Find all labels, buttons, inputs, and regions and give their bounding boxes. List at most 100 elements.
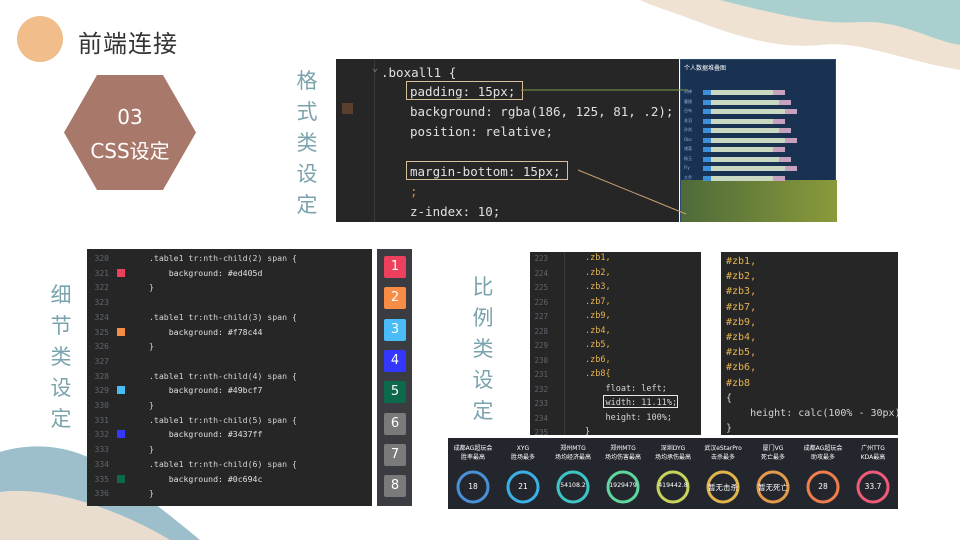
label-char: 设 <box>50 376 72 400</box>
stat-metric: 胜率最高 <box>460 454 485 461</box>
code-panel-nth-child: 320 321 322 323 324 325 326 327 328 329 330 331 332 3… <box>87 249 372 506</box>
line-number: 334 <box>94 459 109 469</box>
chart-shot-bar <box>773 118 785 124</box>
stat-value: 1929479 <box>609 482 637 489</box>
chart-shot-bar <box>773 147 785 152</box>
chart-shot-row-label: 孙尚 <box>684 127 692 132</box>
code-line: } <box>149 282 154 293</box>
code-line: .zb8{ <box>585 369 611 379</box>
stat-value: 21 <box>518 482 528 491</box>
chart-shot-row-label: Fly <box>684 165 690 170</box>
chart-shot-row-label: 杨玉 <box>684 155 692 161</box>
code-line: #zb6, <box>726 362 757 374</box>
stacked-chart-screenshot: 个人数据堆叠图 刘禅 曹操 吕布 关羽 孙尚 Obc 诸葛 杨玉 Fly 大乔 <box>680 59 837 222</box>
stat-metric: 助攻最多 <box>810 454 835 461</box>
stat-team: 成都AG超玩会 <box>453 445 493 452</box>
code-line: z-index: 10; <box>410 204 501 219</box>
code-line: float: left; <box>585 383 667 394</box>
code-line: } <box>726 423 733 435</box>
rank-badge: 7 <box>384 443 406 466</box>
code-line: ; <box>410 184 418 199</box>
label-format: 格 式 类 设 定 <box>292 66 322 221</box>
code-line: #zb2, <box>726 271 757 283</box>
label-char: 细 <box>50 283 72 307</box>
code-panel-zb-class: 223 224 225 226 227 228 229 230 231 232 233 234 235.… <box>530 252 701 435</box>
label-char: 比 <box>472 275 494 299</box>
code-line: background: #0c694c <box>149 473 263 484</box>
stat-team: 厦门VG <box>762 445 784 452</box>
rank-badge: 1 <box>384 256 406 278</box>
color-swatch <box>117 474 125 483</box>
chart-shot-bar <box>703 147 711 152</box>
stat-value: 54108.2 <box>560 482 586 489</box>
code-panel-zb-id: #zb1, #zb2, #zb3, #zb7, #zb9, #zb4, #zb5, #zb6,… <box>721 252 898 435</box>
rank-badge: 8 <box>384 475 406 498</box>
line-number: 232 <box>534 384 548 394</box>
section-number: 03 <box>117 105 143 129</box>
page-title: 前端连接 <box>78 30 178 58</box>
code-line: height: calc(100% - 30px); <box>726 408 898 419</box>
code-line: .zb9, <box>585 311 611 321</box>
chart-shot-bar <box>711 156 779 162</box>
chart-shot-bar <box>703 128 711 133</box>
code-line: #zb4, <box>726 332 757 343</box>
line-number: 227 <box>534 312 548 321</box>
color-swatch <box>117 268 125 277</box>
label-char: 式 <box>296 100 318 124</box>
stat-value: 28 <box>818 482 828 491</box>
label-char: 定 <box>50 407 72 431</box>
line-number: 333 <box>94 445 109 455</box>
chart-shot-bar <box>711 175 773 181</box>
section-hexagon: 03 CSS设定 <box>64 75 196 190</box>
line-number: 223 <box>534 254 548 263</box>
chart-shot-bar <box>703 166 711 171</box>
code-line: #zb5, <box>726 347 757 359</box>
chart-shot-bar <box>711 99 779 105</box>
chart-shot-bar <box>711 147 773 152</box>
code-line: } <box>149 488 154 499</box>
stat-team: 深圳DYG <box>660 445 686 452</box>
code-line: #zb7, <box>726 301 757 313</box>
label-char: 定 <box>472 399 494 423</box>
code-line: #zb9, <box>726 316 757 328</box>
stat-metric: 击杀最多 <box>710 454 735 461</box>
code-line: background: #f78c44 <box>149 326 263 337</box>
chart-shot-bar <box>711 90 773 95</box>
line-number: 329 <box>94 386 109 396</box>
rank-badges: 1 2 3 4 5 6 7 8 <box>377 249 412 506</box>
line-number: 323 <box>94 298 109 308</box>
highlight-padding <box>406 81 523 100</box>
stat-team: 郑州MTG <box>560 445 586 452</box>
chart-shot-row-label: 吕布 <box>684 108 692 113</box>
chart-shot-bar <box>711 166 785 171</box>
chart-shot-bar <box>711 109 785 114</box>
label-char: 设 <box>296 162 318 186</box>
line-number: 324 <box>94 312 109 322</box>
rank-badge: 2 <box>384 287 406 310</box>
code-line: background: rgba(186, 125, 81, .2); <box>410 104 674 119</box>
chart-shot-bar <box>711 137 785 143</box>
chart-shot-bar <box>703 175 711 181</box>
label-char: 类 <box>50 345 72 369</box>
line-number: 335 <box>94 474 109 484</box>
code-line: #zb8 <box>726 377 751 389</box>
code-line: .table1 tr:nth-child(6) span { <box>149 458 297 469</box>
code-line: .table1 tr:nth-child(3) span { <box>149 311 297 322</box>
chart-shot-bar <box>773 90 785 95</box>
chart-shot-row-label: 曹操 <box>684 98 692 104</box>
line-number: 330 <box>94 401 109 410</box>
chart-shot-row-label: 刘禅 <box>684 89 692 94</box>
code-line: { <box>726 392 733 404</box>
chart-shot-bar <box>703 137 711 143</box>
chart-shot-bar <box>711 118 773 124</box>
rank-badge: 4 <box>384 349 406 372</box>
line-number: 332 <box>94 430 109 440</box>
chart-shot-bar <box>779 99 791 105</box>
code-line: .table1 tr:nth-child(4) span { <box>149 370 297 381</box>
label-char: 格 <box>296 69 318 93</box>
code-line: .zb4, <box>585 325 611 336</box>
stat-team: XYG <box>516 445 530 452</box>
rank-badge: 6 <box>384 412 406 435</box>
chart-shot-bar <box>703 90 711 95</box>
code-line: background: #49bcf7 <box>149 385 263 396</box>
